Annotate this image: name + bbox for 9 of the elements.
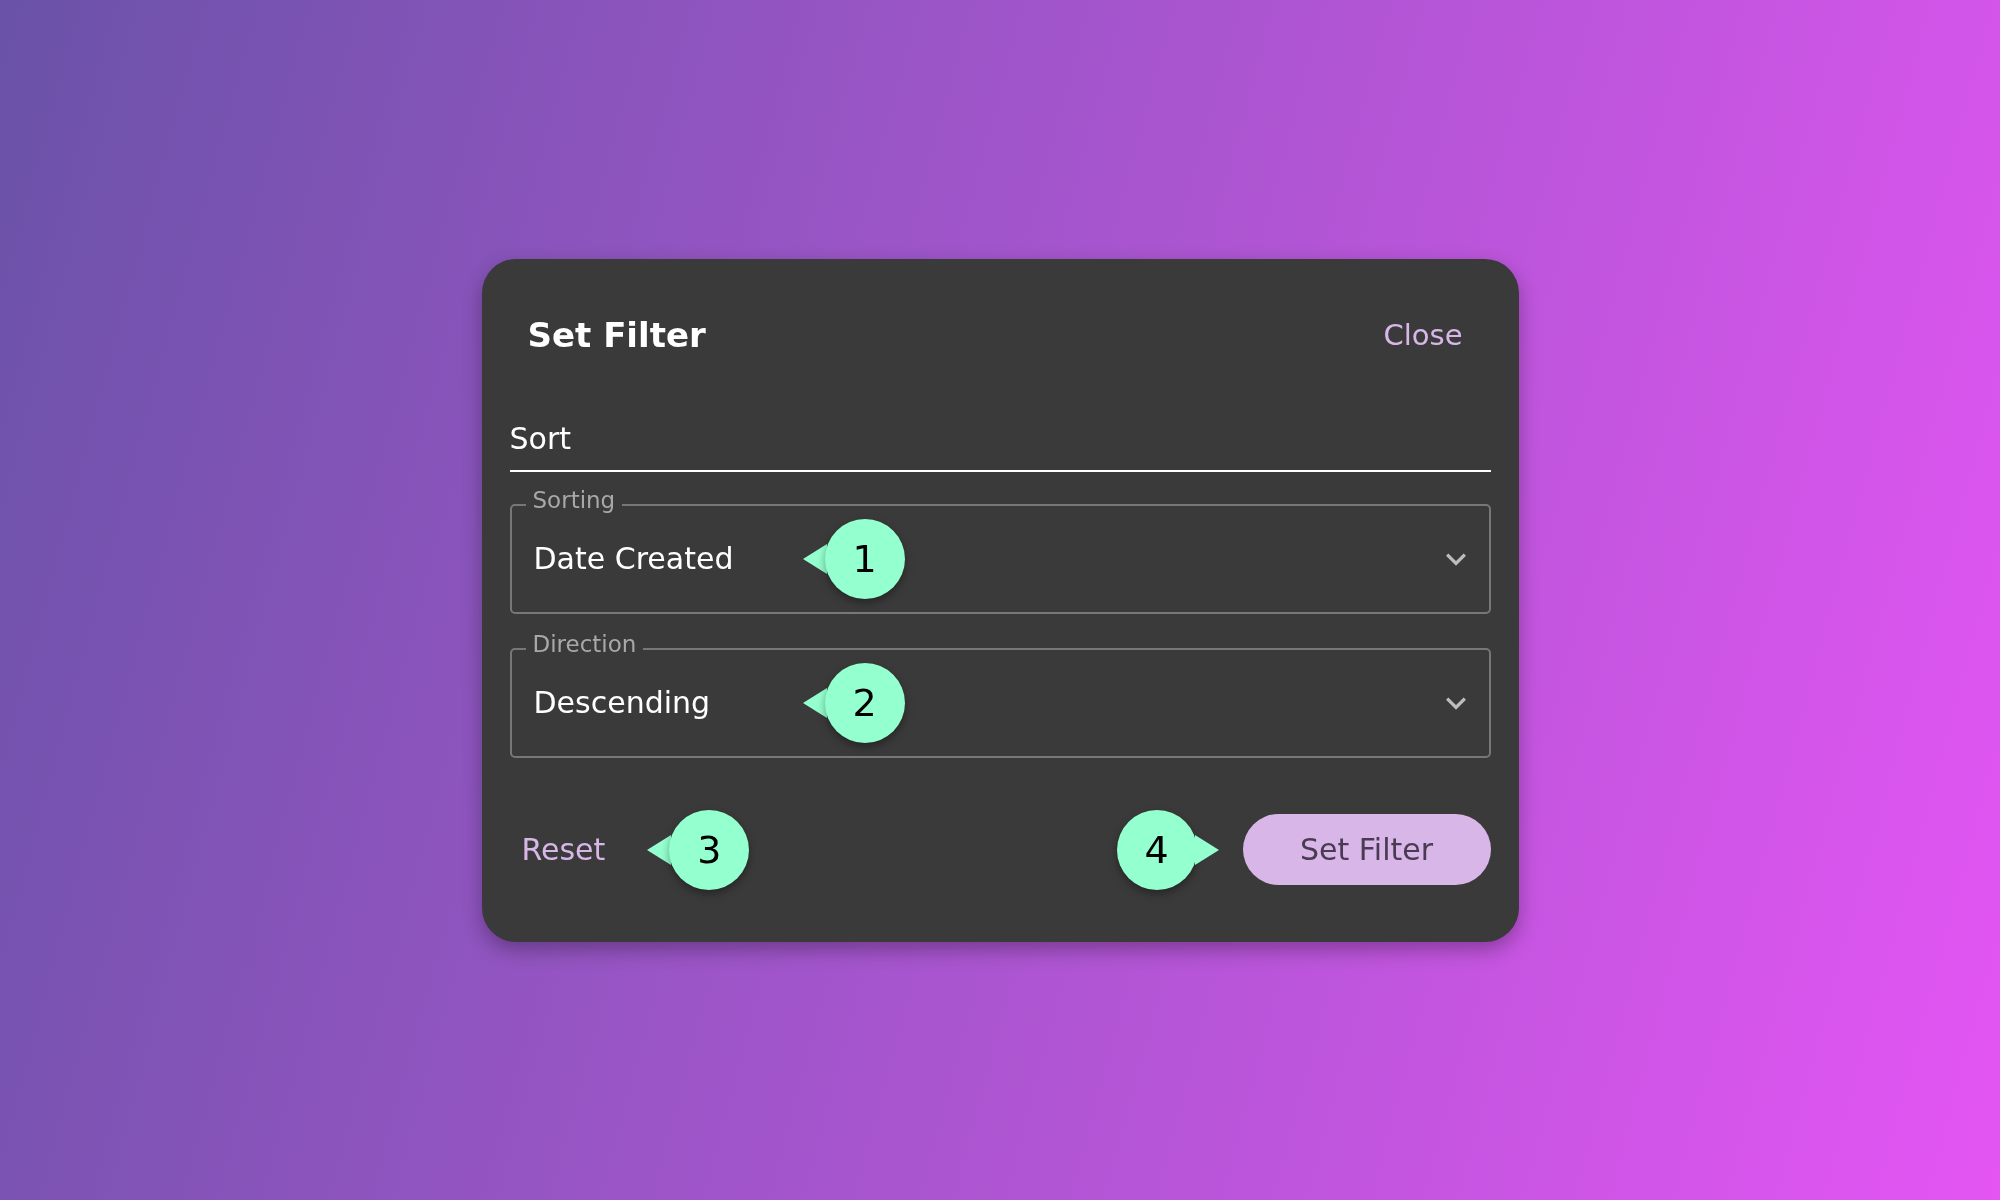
chevron-down-icon	[1444, 551, 1467, 566]
set-filter-button[interactable]: Set Filter	[1242, 814, 1491, 885]
field-value: Date Created	[533, 541, 734, 576]
close-button[interactable]: Close	[1383, 317, 1463, 352]
chevron-down-icon	[1444, 695, 1467, 710]
field-value: Descending	[533, 685, 711, 720]
dialog-title: Set Filter	[527, 314, 706, 355]
section-title: Sort	[509, 420, 571, 456]
reset-button[interactable]: Reset	[509, 832, 618, 867]
